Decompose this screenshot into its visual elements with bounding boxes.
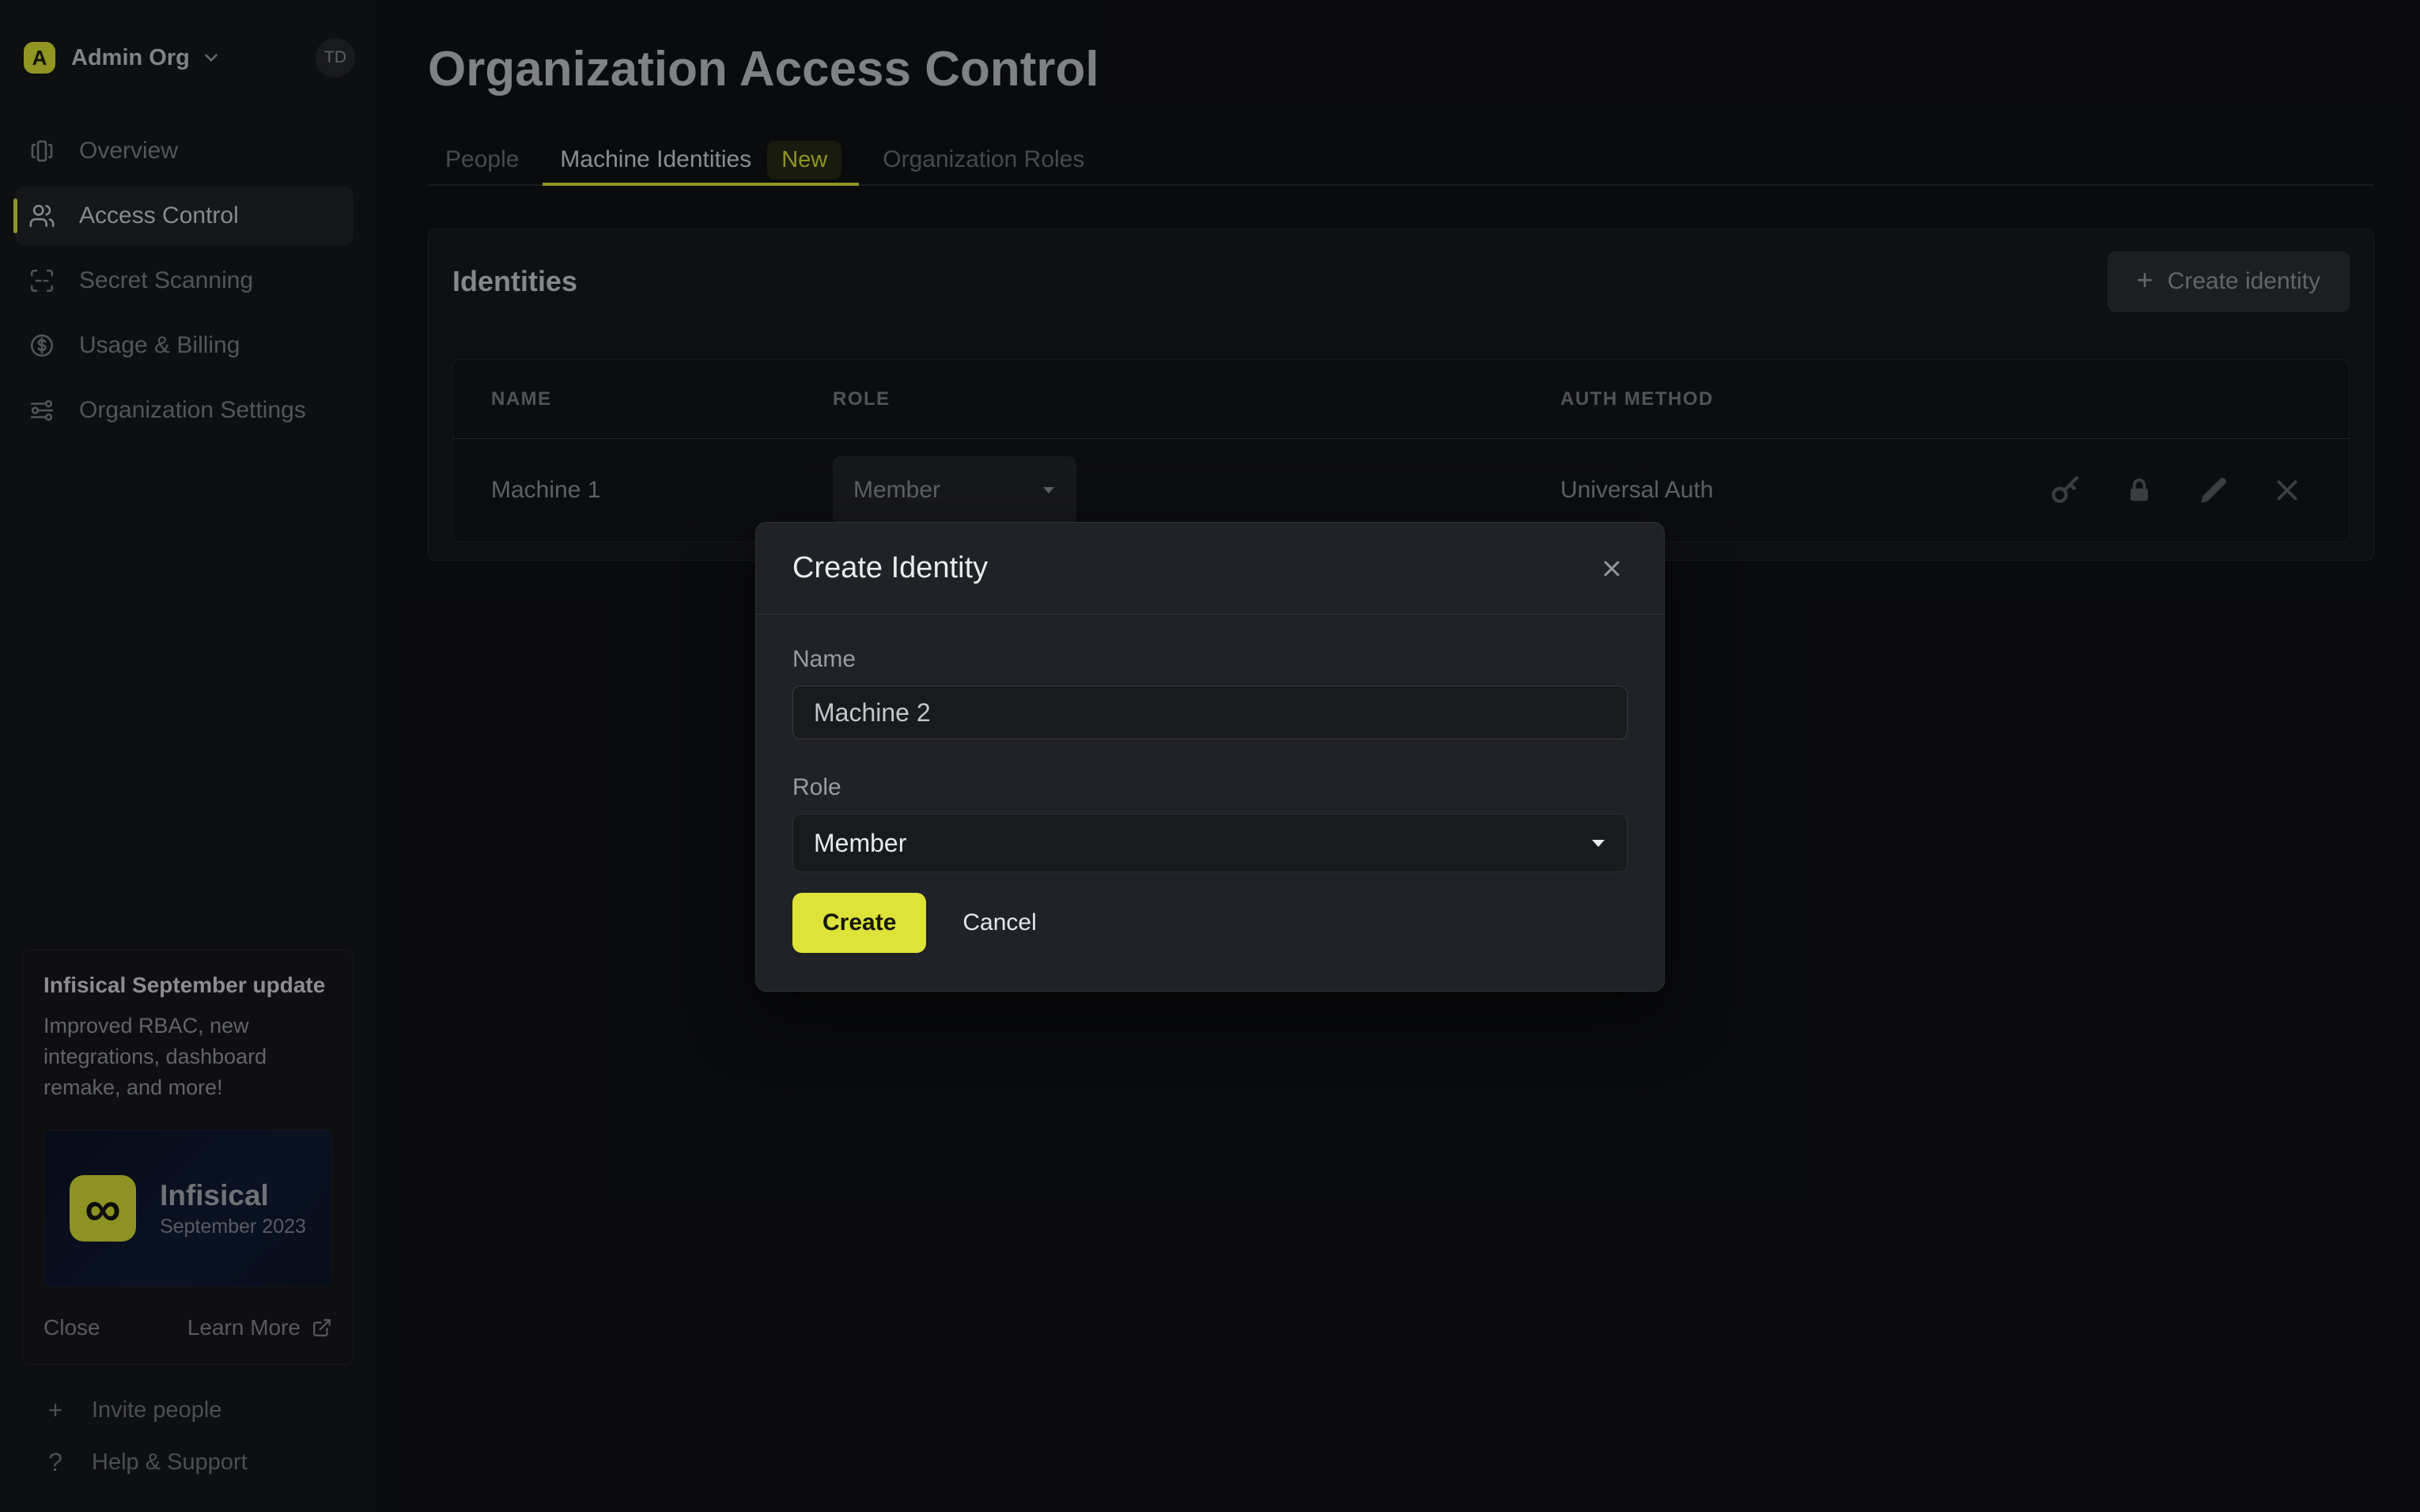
role-label: Role <box>792 774 841 800</box>
modal-title: Create Identity <box>792 551 989 584</box>
app-root: A Admin Org TD Overview Access Control S… <box>0 0 2420 1512</box>
create-identity-modal: Create Identity Name Role Member Create … <box>755 522 1665 992</box>
role-select[interactable]: Member <box>792 814 1628 872</box>
cancel-button[interactable]: Cancel <box>962 909 1036 936</box>
create-button[interactable]: Create <box>792 893 927 953</box>
name-field[interactable] <box>792 686 1628 739</box>
caret-down-icon <box>1592 839 1605 847</box>
name-label: Name <box>792 646 856 672</box>
role-select-value: Member <box>814 828 907 857</box>
close-icon[interactable] <box>1596 553 1628 584</box>
